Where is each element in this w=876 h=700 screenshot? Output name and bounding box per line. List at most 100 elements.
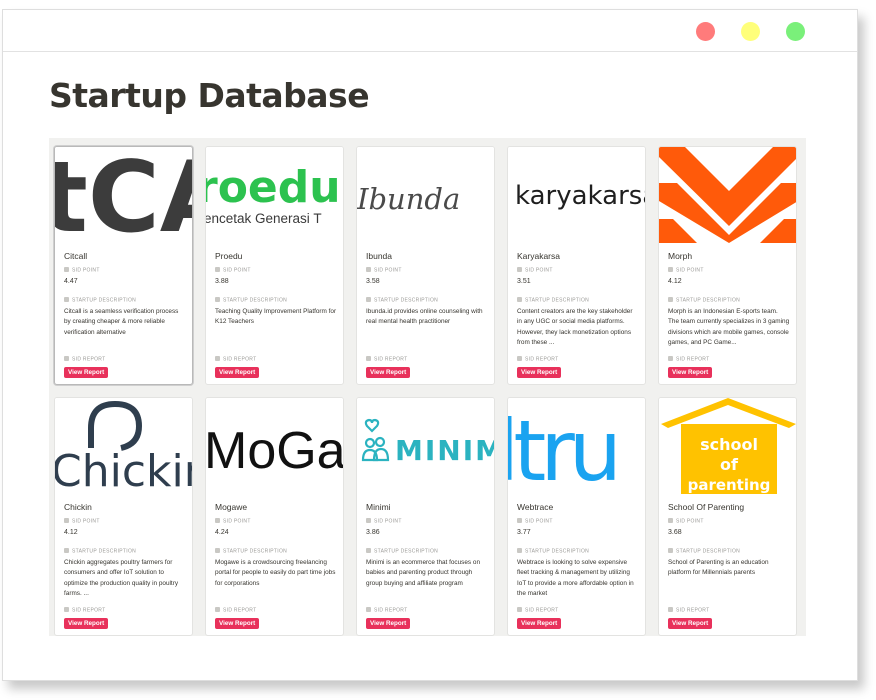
card-title: School Of Parenting: [668, 502, 745, 512]
sid-point-value: 4.24: [215, 529, 229, 536]
text-property-icon: [64, 548, 69, 553]
sid-point-label: SID POINT: [366, 267, 402, 274]
sid-report-label: SID REPORT: [517, 607, 558, 614]
sid-point-label: SID POINT: [215, 267, 251, 274]
startup-gallery: tCA Citcall SID POINT 4.47 STARTUP DESCR…: [49, 138, 806, 636]
startup-description: Morph is an Indonesian E-sports team. Th…: [668, 308, 790, 347]
startup-card-karyakarsa[interactable]: karyakarsa Karyakarsa SID POINT 3.51 STA…: [507, 146, 646, 385]
view-report-button[interactable]: View Report: [668, 367, 713, 378]
card-title: Morph: [668, 251, 693, 261]
sid-point-label: SID POINT: [668, 267, 704, 274]
card-cover-image: tCA: [55, 147, 192, 243]
sid-report-label: SID REPORT: [517, 356, 558, 363]
card-title: Webtrace: [517, 502, 554, 512]
sid-point-label: SID POINT: [668, 518, 704, 525]
text-property-icon: [366, 548, 371, 553]
link-property-icon: [64, 356, 69, 361]
minimize-window-button[interactable]: [741, 22, 760, 41]
text-property-icon: [215, 297, 220, 302]
link-property-icon: [517, 607, 522, 612]
sid-point-label: SID POINT: [517, 518, 553, 525]
card-cover-image: karyakarsa: [508, 147, 645, 243]
sid-report-label: SID REPORT: [366, 356, 407, 363]
number-property-icon: [215, 518, 220, 523]
sid-point-value: 3.77: [517, 529, 531, 536]
startup-card-mogawe[interactable]: MoGa Mogawe SID POINT 4.24 STARTUP DESCR…: [205, 397, 344, 636]
view-report-button[interactable]: View Report: [668, 618, 713, 629]
page-title: Startup Database: [49, 76, 370, 115]
description-label: STARTUP DESCRIPTION: [64, 548, 136, 555]
startup-description: Webtrace is looking to solve expensive f…: [517, 559, 634, 598]
view-report-button[interactable]: View Report: [366, 618, 411, 629]
number-property-icon: [366, 518, 371, 523]
proedu-logo-text: roedu: [206, 162, 341, 213]
card-cover-image: school of parenting: [659, 398, 796, 494]
view-report-button[interactable]: View Report: [366, 367, 411, 378]
view-report-button[interactable]: View Report: [64, 367, 109, 378]
link-property-icon: [215, 356, 220, 361]
card-cover-image: Ibunda: [357, 147, 494, 243]
startup-description: Mogawe is a crowdsourcing freelancing po…: [215, 559, 336, 587]
link-property-icon: [366, 356, 371, 361]
sid-point-value: 3.51: [517, 278, 531, 285]
link-property-icon: [517, 356, 522, 361]
text-property-icon: [517, 297, 522, 302]
number-property-icon: [64, 518, 69, 523]
description-label: STARTUP DESCRIPTION: [517, 297, 589, 304]
view-report-button[interactable]: View Report: [517, 618, 562, 629]
startup-card-webtrace[interactable]: ltru Webtrace SID POINT 3.77 STARTUP DES…: [507, 397, 646, 636]
startup-card-citcall[interactable]: tCA Citcall SID POINT 4.47 STARTUP DESCR…: [54, 146, 193, 385]
text-property-icon: [517, 548, 522, 553]
number-property-icon: [215, 267, 220, 272]
sid-point-label: SID POINT: [215, 518, 251, 525]
close-window-button[interactable]: [696, 22, 715, 41]
sid-point-label: SID POINT: [517, 267, 553, 274]
startup-description: Minimi is an ecommerce that focuses on b…: [366, 559, 481, 587]
card-cover-image: MoGa: [206, 398, 343, 494]
view-report-button[interactable]: View Report: [215, 367, 260, 378]
sid-point-value: 3.58: [366, 278, 380, 285]
startup-description: Content creators are the key stakeholder…: [517, 308, 633, 347]
view-report-button[interactable]: View Report: [64, 618, 109, 629]
sid-point-label: SID POINT: [64, 518, 100, 525]
startup-card-proedu[interactable]: roedu encetak Generasi T Proedu SID POIN…: [205, 146, 344, 385]
chickin-logo-text: Chickin: [55, 446, 192, 494]
school-logo-text-3: parenting: [688, 476, 771, 494]
link-property-icon: [668, 607, 673, 612]
startup-card-minimi[interactable]: MINIM Minimi SID POINT 3.86 STARTUP DESC…: [356, 397, 495, 636]
morph-logo: [659, 147, 796, 243]
sid-report-label: SID REPORT: [215, 607, 256, 614]
sid-point-value: 3.86: [366, 529, 380, 536]
sid-report-label: SID REPORT: [366, 607, 407, 614]
sid-report-label: SID REPORT: [668, 356, 709, 363]
description-label: STARTUP DESCRIPTION: [215, 297, 287, 304]
number-property-icon: [64, 267, 69, 272]
karyakarsa-logo-text: karyakarsa: [515, 181, 645, 211]
sid-point-value: 4.12: [64, 529, 78, 536]
sid-report-label: SID REPORT: [215, 356, 256, 363]
sid-point-value: 3.88: [215, 278, 229, 285]
sid-point-label: SID POINT: [64, 267, 100, 274]
startup-description: Citcall is a seamless verification proce…: [64, 308, 179, 336]
description-label: STARTUP DESCRIPTION: [668, 297, 740, 304]
startup-card-morph[interactable]: Morph SID POINT 4.12 STARTUP DESCRIPTION…: [658, 146, 797, 385]
view-report-button[interactable]: View Report: [215, 618, 260, 629]
card-title: Proedu: [215, 251, 243, 261]
startup-card-chickin[interactable]: Chickin Chickin SID POINT 4.12 STARTUP D…: [54, 397, 193, 636]
text-property-icon: [64, 297, 69, 302]
startup-card-school-of-parenting[interactable]: school of parenting School Of Parenting …: [658, 397, 797, 636]
sid-report-label: SID REPORT: [64, 356, 105, 363]
card-title: Citcall: [64, 251, 88, 261]
description-label: STARTUP DESCRIPTION: [668, 548, 740, 555]
link-property-icon: [215, 607, 220, 612]
number-property-icon: [517, 518, 522, 523]
startup-card-ibunda[interactable]: Ibunda Ibunda SID POINT 3.58 STARTUP DES…: [356, 146, 495, 385]
sid-point-label: SID POINT: [366, 518, 402, 525]
number-property-icon: [366, 267, 371, 272]
card-cover-image: MINIM: [357, 398, 494, 494]
mogawe-logo-text: MoGa: [206, 422, 343, 480]
number-property-icon: [517, 267, 522, 272]
startup-description: School of Parenting is an education plat…: [668, 559, 769, 577]
view-report-button[interactable]: View Report: [517, 367, 562, 378]
maximize-window-button[interactable]: [786, 22, 805, 41]
